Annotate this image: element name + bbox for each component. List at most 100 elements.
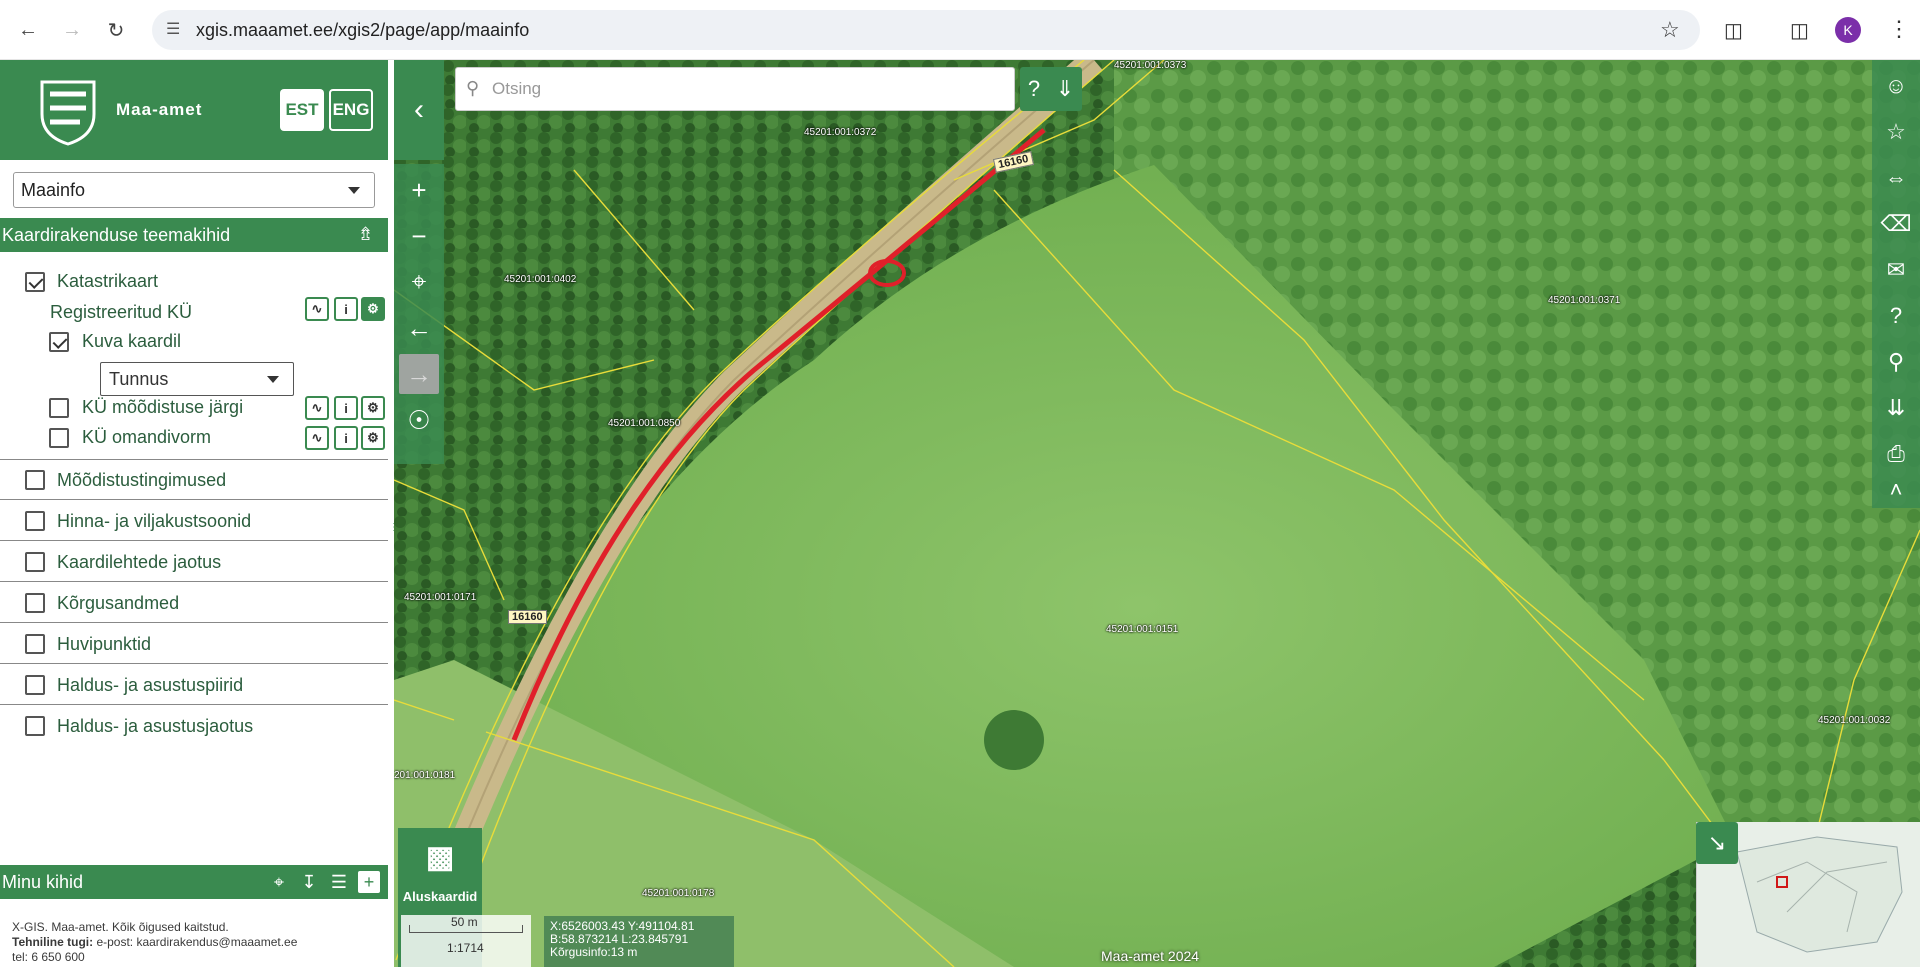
chevron-double-down-icon[interactable]: ⇓ <box>1056 76 1074 102</box>
lang-est-button[interactable]: EST <box>280 89 324 131</box>
kuva-kaardil-checkbox[interactable] <box>49 332 69 352</box>
right-toolbar: ☺ ☆ ⇔ ⌫ ✉ ? ⚲ ⇊ ⎙ ˄ <box>1872 60 1920 508</box>
extensions-icon[interactable]: ◫ <box>1724 18 1743 43</box>
app-header: Maa-amet EST ENG <box>0 60 388 160</box>
scale-widget: 50 m 1:1714 <box>401 915 531 967</box>
info-icon[interactable]: i <box>334 297 358 321</box>
info-icon[interactable]: i <box>334 396 358 420</box>
search-input[interactable]: Otsing <box>492 79 541 99</box>
user-icon[interactable]: ☺ <box>1878 68 1914 104</box>
omandivorm-checkbox[interactable] <box>49 428 69 448</box>
layer-group-row[interactable]: Mõõdistustingimused <box>0 460 388 500</box>
forward-extent-icon[interactable]: → <box>399 354 439 394</box>
settings-gear-icon[interactable]: ⚙ <box>361 297 385 321</box>
zoom-in-button[interactable]: + <box>399 170 439 210</box>
profile-avatar[interactable]: K <box>1835 17 1861 43</box>
theme-layers-header: Kaardirakenduse teemakihid ⇯ <box>0 218 388 252</box>
browser-menu-icon[interactable]: ⋮ <box>1888 16 1910 42</box>
parcel-label: 45201:001:0372 <box>804 127 877 138</box>
layer-group-label: Haldus- ja asustusjaotus <box>57 716 254 736</box>
collapse-overview-button[interactable]: ↘ <box>1696 822 1738 864</box>
registreeritud-label: Registreeritud KÜ <box>50 302 193 322</box>
chevron-down-icon <box>348 187 360 194</box>
parcel-label: 45201:001:0371 <box>1548 295 1621 306</box>
forward-icon[interactable]: → <box>60 18 84 42</box>
layers-icon[interactable]: ☰ <box>328 871 350 893</box>
splitter-handle-icon[interactable]: ⋮ <box>389 522 399 536</box>
map-copyright: Maa-amet 2024 <box>1101 948 1200 964</box>
layer-group-checkbox[interactable] <box>25 552 45 572</box>
omandivorm-label: KÜ omandivorm <box>82 427 212 447</box>
parcel-label: 45201:001:0373 <box>1114 60 1187 71</box>
print-icon[interactable]: ⎙ <box>1878 436 1914 472</box>
mooditus-checkbox[interactable] <box>49 398 69 418</box>
theme-layers-title: Kaardirakenduse teemakihid <box>2 224 231 245</box>
favorite-star-icon[interactable]: ☆ <box>1878 114 1914 150</box>
layer-group-checkbox[interactable] <box>25 470 45 490</box>
kuva-kaardil-label: Kuva kaardil <box>82 331 182 351</box>
layer-group-label: Kõrgusandmed <box>57 593 180 613</box>
reload-icon[interactable]: ↻ <box>104 18 128 42</box>
download-icon[interactable]: ↧ <box>298 871 320 893</box>
info-icon[interactable]: i <box>334 426 358 450</box>
layer-group-label: Huvipunktid <box>57 634 152 654</box>
layer-group-label: Kaardilehtede jaotus <box>57 552 222 572</box>
parcel-label: 45201:001:0171 <box>404 592 477 603</box>
footer-support-email[interactable]: e-post: kaardirakendus@maaamet.ee <box>93 935 297 949</box>
layer-group-row[interactable]: Kaardilehtede jaotus <box>0 542 388 582</box>
legend-icon[interactable]: ∿ <box>305 426 329 450</box>
layer-group-row[interactable]: Haldus- ja asustusjaotus <box>0 706 388 746</box>
side-panel-icon[interactable]: ◫ <box>1790 18 1809 43</box>
url-text: xgis.maaamet.ee/xgis2/page/app/maainfo <box>196 19 530 40</box>
search-options: ? ⇓ <box>1020 67 1082 111</box>
zoom-out-button[interactable]: − <box>399 216 439 256</box>
tunnus-select-value: Tunnus <box>109 368 169 389</box>
layer-group-checkbox[interactable] <box>25 511 45 531</box>
settings-gear-icon[interactable]: ⚙ <box>361 396 385 420</box>
chevron-up-icon[interactable]: ˄ <box>1878 476 1914 504</box>
back-extent-icon[interactable]: ← <box>399 308 439 348</box>
layer-group-checkbox[interactable] <box>25 675 45 695</box>
search-help-icon[interactable]: ? <box>1028 76 1040 102</box>
locate-icon[interactable]: ⌖ <box>399 262 439 302</box>
layer-group-row[interactable]: Haldus- ja asustuspiirid <box>0 665 388 705</box>
map-canvas[interactable]: 45201:001:0373 45201:001:0372 45201:001:… <box>394 60 1920 967</box>
katastrikaart-checkbox[interactable] <box>25 272 45 292</box>
layer-group-row[interactable]: Kõrgusandmed <box>0 583 388 623</box>
site-info-icon[interactable]: ☰ <box>166 19 188 41</box>
feedback-icon[interactable]: ✉ <box>1878 252 1914 288</box>
help-icon[interactable]: ? <box>1878 298 1914 334</box>
ruler-icon[interactable]: ⇊ <box>1878 390 1914 426</box>
map-pin-icon[interactable]: ⚲ <box>1878 344 1914 380</box>
bookmark-star-icon[interactable]: ☆ <box>1660 17 1680 43</box>
browser-toolbar: ← → ↻ ☰ xgis.maaamet.ee/xgis2/page/app/m… <box>0 0 1920 60</box>
layer-group-checkbox[interactable] <box>25 634 45 654</box>
layer-group-checkbox[interactable] <box>25 593 45 613</box>
tunnus-select[interactable]: Tunnus <box>100 362 294 396</box>
collapse-panel-button[interactable]: ‹ <box>394 60 444 160</box>
eraser-icon[interactable]: ⌫ <box>1878 206 1914 242</box>
settings-gear-icon[interactable]: ⚙ <box>361 426 385 450</box>
compare-icon[interactable]: ⇔ <box>1878 160 1914 196</box>
layers-collapse-icon[interactable]: ⇯ <box>358 224 380 246</box>
back-icon[interactable]: ← <box>16 18 40 42</box>
address-bar[interactable]: ☰ xgis.maaamet.ee/xgis2/page/app/maainfo <box>152 10 1700 50</box>
add-folder-icon[interactable]: + <box>358 871 380 893</box>
layer-group-row[interactable]: Hinna- ja viljakustsoonid <box>0 501 388 541</box>
app-select[interactable]: Maainfo <box>13 172 375 208</box>
layer-group-row[interactable]: Huvipunktid <box>0 624 388 664</box>
road-number-label: 16160 <box>508 610 547 624</box>
search-box[interactable]: ⚲ Otsing <box>455 67 1015 111</box>
layer-group-checkbox[interactable] <box>25 716 45 736</box>
lang-eng-button[interactable]: ENG <box>329 89 373 131</box>
legend-icon[interactable]: ∿ <box>305 396 329 420</box>
compass-icon[interactable]: ☉ <box>399 400 439 440</box>
coat-of-arms-logo <box>40 80 96 146</box>
parcel-label: 45201:001:0151 <box>1106 624 1179 635</box>
scale-ratio: 1:1714 <box>447 941 484 955</box>
locate-icon[interactable]: ⌖ <box>268 871 290 893</box>
aerial-imagery <box>394 60 1920 967</box>
chevron-down-icon <box>267 376 279 383</box>
legend-icon[interactable]: ∿ <box>305 297 329 321</box>
basemaps-label: Aluskaardid <box>402 889 478 904</box>
